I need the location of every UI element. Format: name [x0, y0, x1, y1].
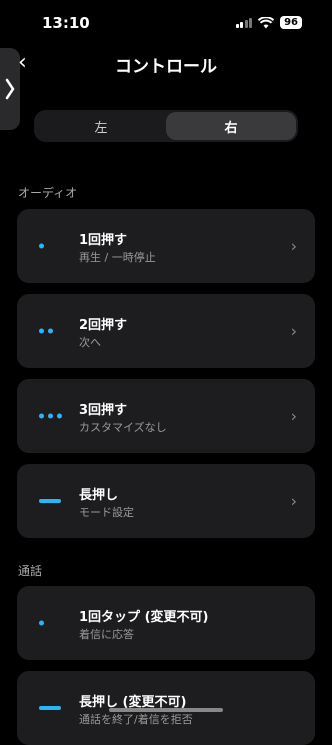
chevron-right-icon: › [290, 491, 297, 511]
tab-left[interactable]: 左 [36, 112, 166, 140]
one-dot-icon [39, 620, 44, 626]
side-selector: 左 右 [34, 110, 298, 142]
call-item-single-tap: 1回タップ (変更不可) 着信に応答 [17, 586, 315, 660]
section-header-calls: 通話 [18, 564, 43, 578]
status-icons: 96 [235, 16, 302, 29]
home-indicator[interactable] [109, 708, 223, 712]
one-dot-icon [39, 243, 44, 249]
wifi-icon [258, 16, 275, 28]
item-subtitle: 再生 / 一時停止 [79, 251, 156, 264]
control-item-triple-press[interactable]: 3回押す カスタマイズなし › [17, 379, 315, 453]
chevron-right-icon: › [290, 236, 297, 256]
item-title: 1回タップ (変更不可) [79, 610, 209, 625]
control-item-double-press[interactable]: 2回押す 次へ › [17, 294, 315, 368]
control-item-long-press[interactable]: 長押し モード設定 › [17, 464, 315, 538]
item-subtitle: 通話を終了/着信を拒否 [79, 713, 193, 726]
section-header-audio: オーディオ [18, 186, 78, 200]
two-dots-icon [39, 328, 53, 334]
status-time: 13:10 [42, 14, 90, 32]
item-subtitle: カスタマイズなし [79, 421, 167, 434]
long-bar-icon [39, 499, 61, 503]
control-item-single-press[interactable]: 1回押す 再生 / 一時停止 › [17, 209, 315, 283]
item-subtitle: 次へ [79, 336, 101, 349]
item-title: 1回押す [79, 233, 128, 248]
item-title: 3回押す [79, 403, 128, 418]
item-title: 長押し [79, 488, 119, 503]
chevron-right-icon: › [290, 321, 297, 341]
long-bar-icon [39, 706, 61, 710]
page-title: コントロール [115, 57, 217, 77]
item-title: 2回押す [79, 318, 128, 333]
cellular-signal-icon [235, 17, 253, 28]
item-subtitle: モード設定 [79, 506, 134, 519]
status-bar: 13:10 96 [0, 0, 332, 48]
tab-right[interactable]: 右 [166, 112, 296, 140]
chevron-right-icon [5, 78, 15, 100]
chevron-right-icon: › [290, 406, 297, 426]
battery-indicator: 96 [280, 16, 302, 29]
item-subtitle: 着信に応答 [79, 628, 134, 641]
three-dots-icon [39, 413, 62, 419]
